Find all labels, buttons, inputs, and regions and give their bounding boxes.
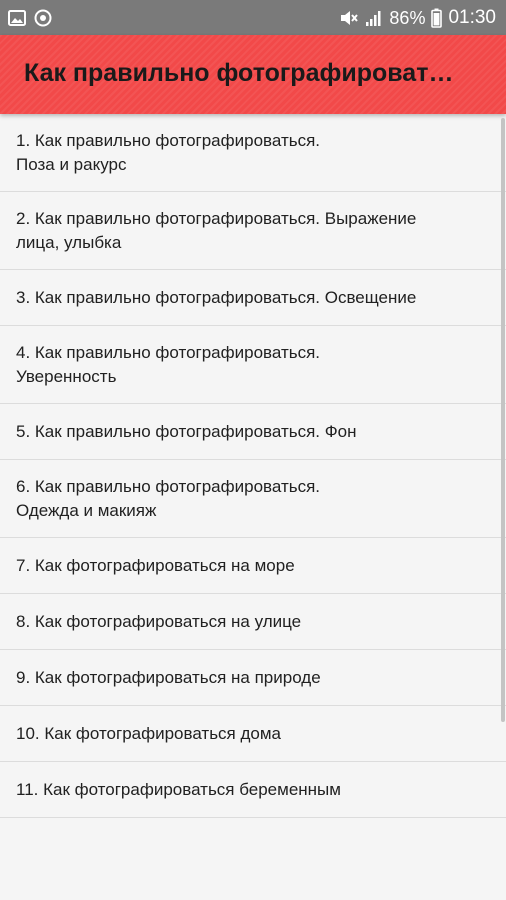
list-item[interactable]: 2. Как правильно фотографироваться. Выра…	[0, 192, 506, 270]
list-item-label: 10. Как фотографироваться дома	[16, 723, 282, 743]
list-item[interactable]: 11. Как фотографироваться беременным	[0, 762, 506, 818]
status-left-icons	[8, 7, 52, 29]
list-item-label: 5. Как правильно фотографироваться. Фон	[16, 421, 357, 441]
list-item-label: 2. Как правильно фотографироваться. Выра…	[16, 208, 417, 252]
list-item-label: 1. Как правильно фотографироваться. Поза…	[16, 130, 321, 174]
battery-percent: 86%	[389, 7, 426, 28]
target-icon	[34, 9, 52, 27]
app-bar: Как правильно фотографироваться	[0, 35, 506, 114]
list-item[interactable]: 4. Как правильно фотографироваться. Увер…	[0, 326, 506, 404]
list-item-label: 9. Как фотографироваться на природе	[16, 667, 321, 687]
mute-icon	[341, 11, 359, 25]
list-item[interactable]: 6. Как правильно фотографироваться. Одеж…	[0, 460, 506, 538]
status-right-icons: 86% 01:30	[339, 6, 496, 30]
app-title: Как правильно фотографироваться	[24, 59, 464, 87]
list-item-label: 11. Как фотографироваться беременным	[16, 779, 341, 799]
list-item-label: 4. Как правильно фотографироваться. Увер…	[16, 342, 321, 386]
list-item[interactable]: 10. Как фотографироваться дома	[0, 706, 506, 762]
signal-icon	[366, 11, 381, 26]
battery-icon	[431, 8, 443, 28]
list-item[interactable]: 3. Как правильно фотографироваться. Осве…	[0, 270, 506, 326]
list-item-label: 7. Как фотографироваться на море	[16, 555, 295, 575]
list-item[interactable]: 7. Как фотографироваться на море	[0, 538, 506, 594]
list-item[interactable]: 8. Как фотографироваться на улице	[0, 594, 506, 650]
list-item[interactable]: 5. Как правильно фотографироваться. Фон	[0, 404, 506, 460]
list-item[interactable]: 9. Как фотографироваться на природе	[0, 650, 506, 706]
clock: 01:30	[448, 7, 496, 28]
article-list: 1. Как правильно фотографироваться. Поза…	[0, 114, 506, 900]
scrollbar[interactable]	[501, 118, 505, 722]
list-item-label: 6. Как правильно фотографироваться. Одеж…	[16, 476, 321, 520]
status-bar: 86% 01:30	[0, 0, 506, 35]
list-item[interactable]: 1. Как правильно фотографироваться. Поза…	[0, 114, 506, 192]
list-item-label: 8. Как фотографироваться на улице	[16, 611, 302, 631]
list-item-label: 3. Как правильно фотографироваться. Осве…	[16, 287, 417, 307]
image-icon	[8, 10, 26, 26]
